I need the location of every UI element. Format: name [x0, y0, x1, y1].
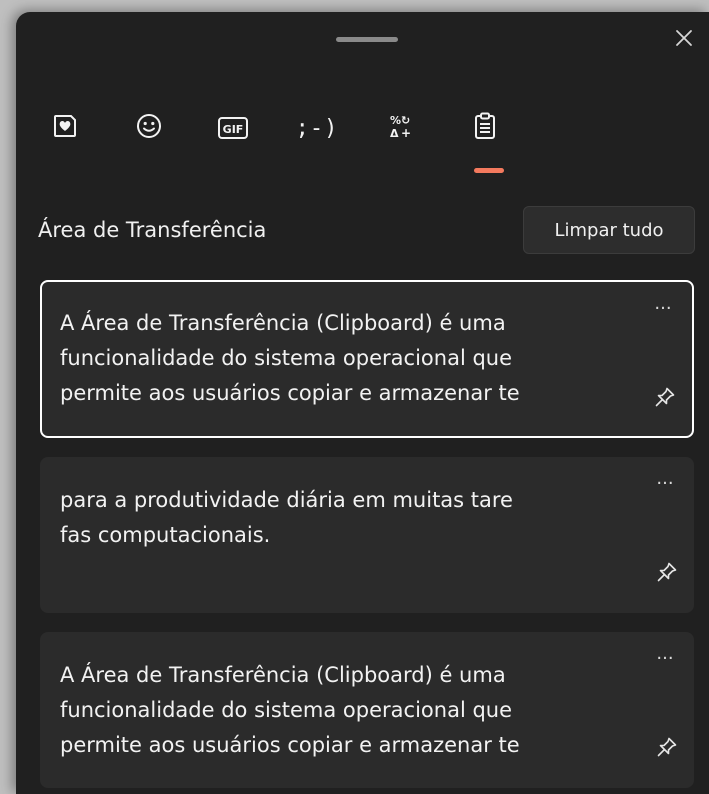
smiley-icon — [135, 112, 163, 144]
pin-icon — [654, 386, 676, 412]
pin-button[interactable] — [650, 732, 684, 766]
gif-icon-label: GIF — [222, 123, 244, 136]
tab-gif[interactable]: GIF — [204, 98, 262, 158]
tab-kaomoji[interactable]: ;-) — [288, 98, 346, 158]
tab-symbols[interactable]: % ↻ Δ + — [372, 98, 430, 158]
active-tab-indicator — [474, 168, 504, 173]
tab-emoji[interactable] — [120, 98, 178, 158]
drag-handle[interactable] — [336, 37, 398, 42]
heart-sticker-icon — [51, 112, 79, 144]
clear-all-button[interactable]: Limpar tudo — [523, 206, 695, 254]
section-title: Área de Transferência — [38, 218, 267, 242]
pin-button[interactable] — [648, 382, 682, 416]
clipboard-item[interactable]: para a produtividade diária em muitas ta… — [40, 457, 694, 613]
close-icon — [674, 28, 694, 52]
pin-icon — [656, 736, 678, 762]
clipboard-item[interactable]: A Área de Transferência (Clipboard) é um… — [40, 280, 694, 438]
clipboard-item-text: para a produtividade diária em muitas ta… — [60, 488, 513, 547]
more-options-button[interactable]: ··· — [650, 475, 680, 499]
pin-icon — [656, 561, 678, 587]
more-options-button[interactable]: ··· — [648, 300, 678, 324]
gif-icon: GIF — [217, 117, 249, 139]
symbols-icon: % ↻ Δ + — [386, 111, 416, 145]
svg-text:Δ: Δ — [390, 127, 399, 140]
svg-text:+: + — [401, 126, 411, 140]
pin-button[interactable] — [650, 557, 684, 591]
clipboard-item-text: A Área de Transferência (Clipboard) é um… — [60, 311, 520, 405]
more-options-button[interactable]: ··· — [650, 650, 680, 674]
tab-recently-used[interactable] — [36, 98, 94, 158]
clipboard-item[interactable]: A Área de Transferência (Clipboard) é um… — [40, 632, 694, 788]
tab-clipboard[interactable] — [456, 98, 514, 173]
clipboard-item-text: A Área de Transferência (Clipboard) é um… — [60, 663, 520, 757]
svg-text:%: % — [390, 114, 401, 127]
close-button[interactable] — [666, 22, 702, 58]
clipboard-panel: GIF ;-) % ↻ Δ + Área de Transferência Li… — [16, 12, 709, 794]
kaomoji-icon: ;-) — [295, 115, 339, 141]
clipboard-icon — [471, 111, 499, 145]
